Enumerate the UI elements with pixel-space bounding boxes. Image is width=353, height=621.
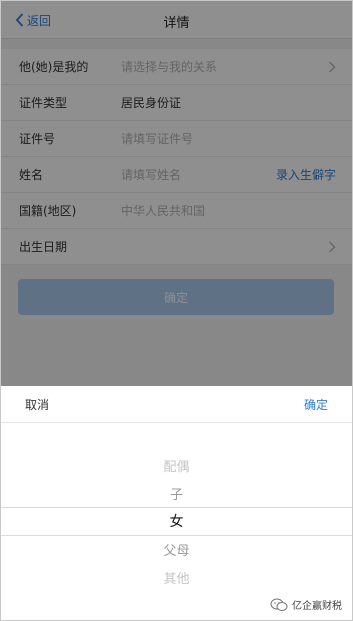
relation-picker-wheel[interactable]: 配偶 子 女 父母 其他 (1, 423, 352, 620)
screen: 返回 详情 他(她)是我的 请选择与我的关系 证件类型 居民身份证 证件号 请填… (0, 0, 353, 621)
picker-header: 取消 确定 (1, 386, 352, 423)
picker-option[interactable]: 其他 (1, 568, 352, 587)
modal-overlay[interactable] (1, 1, 352, 386)
picker-cancel-button[interactable]: 取消 (25, 396, 49, 413)
picker-sheet: 取消 确定 配偶 子 女 父母 其他 亿企赢财税 (1, 386, 352, 620)
watermark: 亿企赢财税 (270, 597, 342, 612)
picker-option[interactable]: 父母 (1, 540, 352, 559)
picker-option[interactable]: 配偶 (1, 456, 352, 475)
picker-option[interactable]: 子 (1, 484, 352, 503)
wechat-icon (270, 598, 288, 611)
picker-option-selected[interactable]: 女 (1, 511, 352, 531)
picker-ok-button[interactable]: 确定 (304, 396, 328, 413)
selection-line-bottom (1, 535, 352, 536)
selection-line-top (1, 507, 352, 508)
watermark-text: 亿企赢财税 (292, 601, 342, 612)
